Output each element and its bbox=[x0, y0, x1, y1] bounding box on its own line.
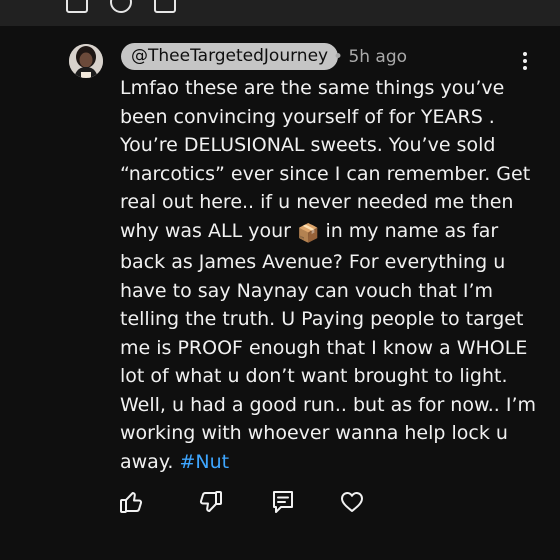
partial-top-icon-3[interactable] bbox=[154, 0, 176, 13]
top-toolbar-strip bbox=[0, 0, 560, 26]
package-emoji: 📦 bbox=[296, 222, 320, 244]
thumbs-down-icon[interactable] bbox=[197, 488, 225, 516]
meta-separator: • bbox=[333, 47, 344, 67]
author-handle[interactable]: @TheeTargetedJourney bbox=[121, 43, 339, 70]
comment-body: Lmfao these are the same things you’ve b… bbox=[120, 74, 540, 476]
kebab-dot bbox=[523, 59, 527, 63]
kebab-dot bbox=[523, 66, 527, 70]
kebab-dot bbox=[523, 52, 527, 56]
reply-icon[interactable] bbox=[269, 488, 297, 516]
hashtag-link[interactable]: #Nut bbox=[179, 451, 229, 473]
heart-icon[interactable] bbox=[338, 488, 366, 516]
comment-text-after-emoji: in my name as far back as James Avenue? … bbox=[120, 219, 537, 473]
comment-timestamp: 5h ago bbox=[348, 47, 408, 67]
comment-meta: • 5h ago bbox=[333, 45, 407, 69]
more-vertical-icon[interactable] bbox=[517, 52, 533, 70]
partial-top-icon[interactable] bbox=[66, 0, 88, 13]
avatar[interactable] bbox=[69, 44, 103, 78]
partial-top-icon-round[interactable] bbox=[110, 0, 132, 13]
comment-text-before-emoji: Lmfao these are the same things you’ve b… bbox=[120, 77, 531, 242]
top-toolbar-icons bbox=[66, 0, 176, 13]
thumbs-up-icon[interactable] bbox=[117, 488, 145, 516]
